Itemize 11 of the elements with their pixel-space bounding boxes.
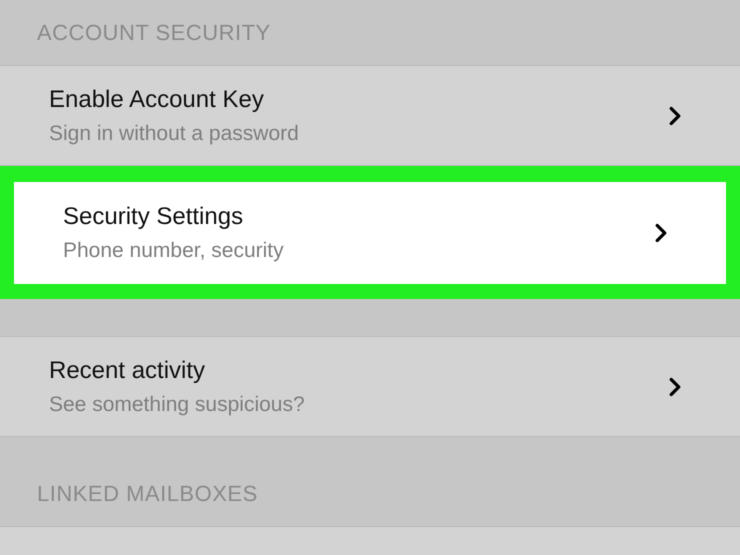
row-title: Recent activity	[49, 356, 206, 386]
row-subtitle: See something suspicious?	[49, 392, 305, 418]
section-header: LINKED MAILBOXES	[37, 480, 258, 508]
settings-row[interactable]: Security Settings Phone number, security	[14, 182, 726, 284]
row-title: Security Settings	[63, 202, 244, 232]
row-subtitle: Phone number, security	[63, 238, 284, 264]
row-title: Enable Account Key	[49, 84, 265, 114]
section-header: ACCOUNT SECURITY	[37, 19, 271, 47]
row-subtitle: Sign in without a password	[49, 120, 299, 146]
settings-row[interactable]: Enable Account Key Sign in without a password	[0, 66, 740, 166]
settings-row[interactable]: Recent activity See something suspicious?	[0, 337, 740, 437]
